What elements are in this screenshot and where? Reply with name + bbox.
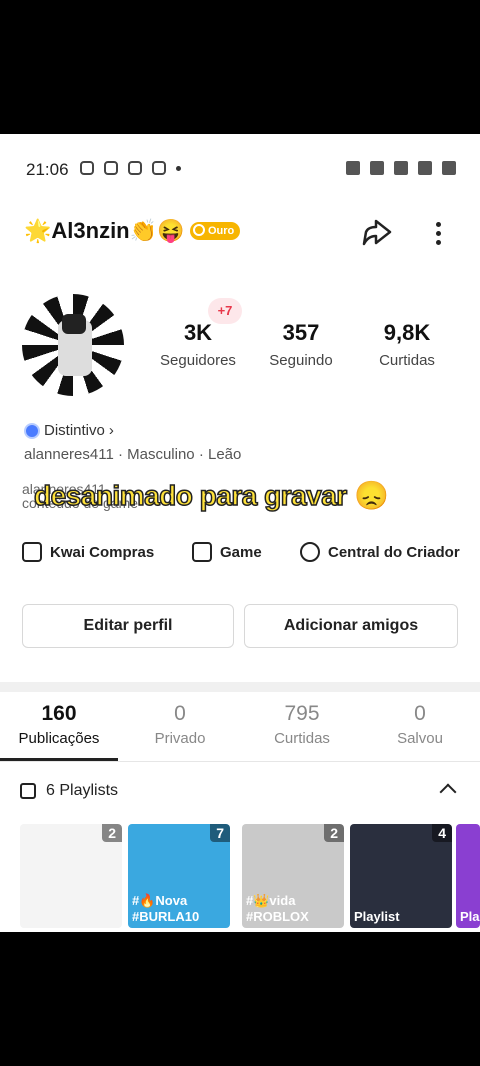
following-count: 357	[282, 320, 320, 345]
playlist-thumbnail[interactable]: 4 Playlist	[350, 824, 452, 928]
wifi-icon	[394, 161, 408, 175]
shopping-bag-icon	[22, 542, 42, 562]
playlist-thumbnail[interactable]: 2	[20, 824, 122, 928]
followers-count: 3K	[183, 320, 213, 345]
tab-publicacoes[interactable]: 160 Publicações	[0, 702, 118, 747]
location-icon	[346, 161, 360, 175]
tab-publicacoes-label: Publicações	[18, 730, 100, 747]
tab-privado-label: Privado	[154, 730, 206, 747]
distintivo-link[interactable]: Distintivo ›	[24, 422, 114, 439]
tabs-divider	[0, 761, 480, 762]
edit-profile-button[interactable]: Editar perfil	[22, 604, 234, 648]
tab-curtidas[interactable]: 795 Curtidas	[252, 702, 352, 747]
battery-icon	[442, 161, 456, 175]
central-criador-link[interactable]: Central do Criador	[300, 542, 460, 562]
vibrate-icon	[370, 161, 384, 175]
playlist-title: Pla	[460, 909, 480, 924]
central-criador-label: Central do Criador	[328, 543, 460, 561]
followers-label: Seguidores	[160, 352, 236, 369]
chevron-up-icon[interactable]	[439, 783, 457, 801]
coin-icon	[193, 224, 205, 236]
ouro-badge-label: Ouro	[208, 225, 235, 237]
sad-face-emoji: 😞	[353, 480, 389, 511]
profile-info: alanneres411 · Masculino · Leão	[24, 446, 242, 463]
add-friends-button[interactable]: Adicionar amigos	[244, 604, 458, 648]
lightning-icon	[300, 542, 320, 562]
chrome-icon	[80, 161, 94, 175]
stat-following[interactable]: 357 Seguindo	[264, 320, 338, 369]
tab-privado[interactable]: 0 Privado	[130, 702, 230, 747]
playlist-count: 7	[210, 824, 230, 842]
tab-curtidas-count: 795	[284, 702, 320, 725]
phone-screen: 21:06 🌟Al3nzin👏😝 Ouro +7 3K Seguidores 3…	[0, 134, 480, 932]
avatar[interactable]	[22, 294, 124, 396]
tab-publicacoes-count: 160	[41, 702, 77, 725]
playlist-thumbnail[interactable]: Pla	[456, 824, 480, 928]
playlist-thumbnail[interactable]: 2 #👑vida #ROBLOX	[242, 824, 344, 928]
ouro-badge[interactable]: Ouro	[190, 222, 241, 240]
more-options-icon[interactable]	[428, 218, 448, 252]
likes-count: 9,8K	[383, 320, 431, 345]
playlist-count: 2	[102, 824, 122, 842]
playlists-label: 6 Playlists	[46, 782, 119, 799]
playlists-header[interactable]: 6 Playlists	[20, 782, 118, 800]
game-label: Game	[220, 543, 262, 561]
chevron-right-icon: ›	[108, 422, 114, 439]
stat-likes[interactable]: 9,8K Curtidas	[372, 320, 442, 369]
playlist-count: 4	[432, 824, 452, 842]
tab-salvou-label: Salvou	[397, 730, 443, 747]
tab-salvou-count: 0	[414, 702, 426, 725]
playlist-thumbnail[interactable]: 7 #🔥Nova #BURLA10	[128, 824, 230, 928]
kwai-compras-label: Kwai Compras	[50, 543, 155, 561]
caption-text: desanimado para gravar	[33, 479, 348, 512]
gmail-icon	[152, 161, 166, 175]
playlist-icon	[20, 783, 36, 799]
instagram-icon	[104, 161, 118, 175]
share-icon[interactable]	[360, 218, 394, 248]
kwai-compras-link[interactable]: Kwai Compras	[22, 542, 154, 562]
status-time: 21:06	[26, 160, 69, 179]
section-divider	[0, 682, 480, 692]
signal-icon	[418, 161, 432, 175]
tab-salvou[interactable]: 0 Salvou	[374, 702, 466, 747]
playlist-title: #🔥Nova #BURLA10	[132, 893, 200, 924]
game-link[interactable]: Game	[192, 542, 262, 562]
more-notifications-dot	[176, 166, 181, 171]
notification-icons	[80, 161, 181, 175]
playlist-title: Playlist	[354, 909, 400, 924]
gamepad-icon	[192, 542, 212, 562]
stat-followers[interactable]: 3K Seguidores	[158, 320, 238, 369]
chrome-icon	[128, 161, 142, 175]
badge-icon	[24, 422, 40, 439]
playlist-count: 2	[324, 824, 344, 842]
video-caption: desanimado para gravar 😞	[33, 479, 389, 512]
profile-name: 🌟Al3nzin👏😝	[24, 218, 185, 243]
tab-curtidas-label: Curtidas	[274, 730, 330, 747]
status-bar: 21:06	[0, 134, 480, 204]
system-icons	[346, 161, 456, 175]
distintivo-label: Distintivo	[44, 422, 105, 439]
playlist-title: #👑vida #ROBLOX	[246, 893, 309, 924]
following-label: Seguindo	[269, 352, 333, 369]
tab-privado-count: 0	[174, 702, 186, 725]
likes-label: Curtidas	[379, 352, 435, 369]
